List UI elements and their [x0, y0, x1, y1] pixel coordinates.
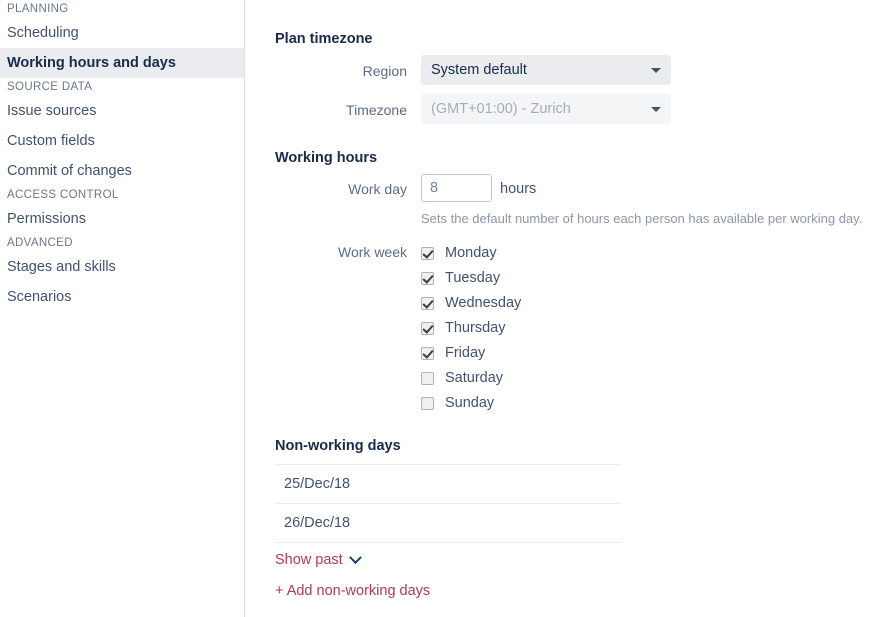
work-day-label: Work day: [348, 181, 407, 197]
checkbox-icon[interactable]: [421, 271, 434, 285]
timezone-select-value: (GMT+01:00) - Zurich: [431, 101, 571, 117]
timezone-label: Timezone: [346, 102, 407, 118]
sidebar-item-commit-of-changes[interactable]: Commit of changes: [0, 156, 244, 186]
chevron-down-icon: [651, 68, 661, 73]
work-week-monday[interactable]: Monday: [421, 244, 497, 262]
work-week-saturday[interactable]: Saturday: [421, 369, 503, 387]
work-week-tuesday[interactable]: Tuesday: [421, 269, 500, 287]
checkbox-icon[interactable]: [421, 296, 434, 310]
working-hours-heading: Working hours: [275, 150, 378, 166]
sidebar-item-permissions[interactable]: Permissions: [0, 204, 244, 234]
non-working-days-heading: Non-working days: [275, 438, 401, 454]
sidebar-section-header: SOURCE DATA: [7, 81, 93, 93]
checkbox-icon[interactable]: [421, 321, 434, 335]
chevron-down-icon: [348, 550, 362, 564]
non-working-days-list: 25/Dec/18 26/Dec/18: [275, 464, 622, 543]
sidebar-item-stages-and-skills[interactable]: Stages and skills: [0, 252, 244, 282]
sidebar-section-header: PLANNING: [7, 3, 69, 15]
checkbox-icon[interactable]: [421, 246, 434, 260]
sidebar-item-label: Scheduling: [7, 25, 79, 41]
sidebar-item-label: Issue sources: [7, 103, 97, 119]
sidebar-section-header: ACCESS CONTROL: [7, 189, 119, 201]
region-select[interactable]: System default: [421, 55, 671, 85]
timezone-select[interactable]: (GMT+01:00) - Zurich: [421, 94, 671, 124]
non-working-day-row[interactable]: 25/Dec/18: [275, 465, 622, 504]
work-week-label: Work week: [338, 244, 407, 260]
non-working-day-row[interactable]: 26/Dec/18: [275, 504, 622, 543]
sidebar-item-label: Stages and skills: [7, 259, 116, 275]
settings-sidebar: PLANNING Scheduling Working hours and days…: [0, 0, 245, 617]
sidebar-item-label: Permissions: [7, 211, 86, 227]
work-week-day-label: Tuesday: [445, 270, 501, 286]
work-week-friday[interactable]: Friday: [421, 344, 485, 362]
settings-main-panel: Plan timezone Region System default Time…: [246, 0, 877, 617]
plan-timezone-heading: Plan timezone: [275, 31, 373, 47]
checkbox-icon[interactable]: [421, 396, 434, 410]
hours-unit-label: hours: [500, 181, 537, 197]
show-past-label: Show past: [275, 552, 343, 568]
sidebar-item-custom-fields[interactable]: Custom fields: [0, 126, 244, 156]
work-week-sunday[interactable]: Sunday: [421, 394, 494, 412]
sidebar-item-label: Working hours and days: [7, 55, 176, 71]
sidebar-section-header: ADVANCED: [7, 237, 73, 249]
show-past-link[interactable]: Show past: [275, 550, 362, 568]
sidebar-item-scheduling[interactable]: Scheduling: [0, 18, 244, 48]
work-week-day-label: Monday: [445, 245, 497, 261]
checkbox-icon[interactable]: [421, 346, 434, 360]
region-select-value: System default: [431, 62, 527, 78]
work-week-day-label: Thursday: [445, 320, 506, 336]
work-week-thursday[interactable]: Thursday: [421, 319, 505, 337]
non-working-day-date: 25/Dec/18: [284, 476, 351, 492]
sidebar-item-label: Commit of changes: [7, 163, 132, 179]
non-working-day-date: 26/Dec/18: [284, 515, 351, 531]
settings-page: PLANNING Scheduling Working hours and days…: [0, 0, 877, 617]
sidebar-item-working-hours-and-days[interactable]: Working hours and days: [0, 48, 244, 78]
sidebar-item-scenarios[interactable]: Scenarios: [0, 282, 244, 312]
work-week-day-label: Wednesday: [445, 295, 522, 311]
work-week-day-label: Friday: [445, 345, 486, 361]
checkbox-icon[interactable]: [421, 371, 434, 385]
work-week-day-label: Sunday: [445, 395, 495, 411]
work-week-day-label: Saturday: [445, 370, 504, 386]
sidebar-item-label: Custom fields: [7, 133, 95, 149]
sidebar-item-label: Scenarios: [7, 289, 72, 305]
sidebar-item-issue-sources[interactable]: Issue sources: [0, 96, 244, 126]
add-non-working-days-link[interactable]: + Add non-working days: [275, 583, 430, 599]
work-day-input[interactable]: [421, 174, 492, 202]
work-week-wednesday[interactable]: Wednesday: [421, 294, 521, 312]
work-day-help-text: Sets the default number of hours each pe…: [421, 211, 863, 226]
region-label: Region: [362, 63, 407, 79]
chevron-down-icon: [651, 107, 661, 112]
